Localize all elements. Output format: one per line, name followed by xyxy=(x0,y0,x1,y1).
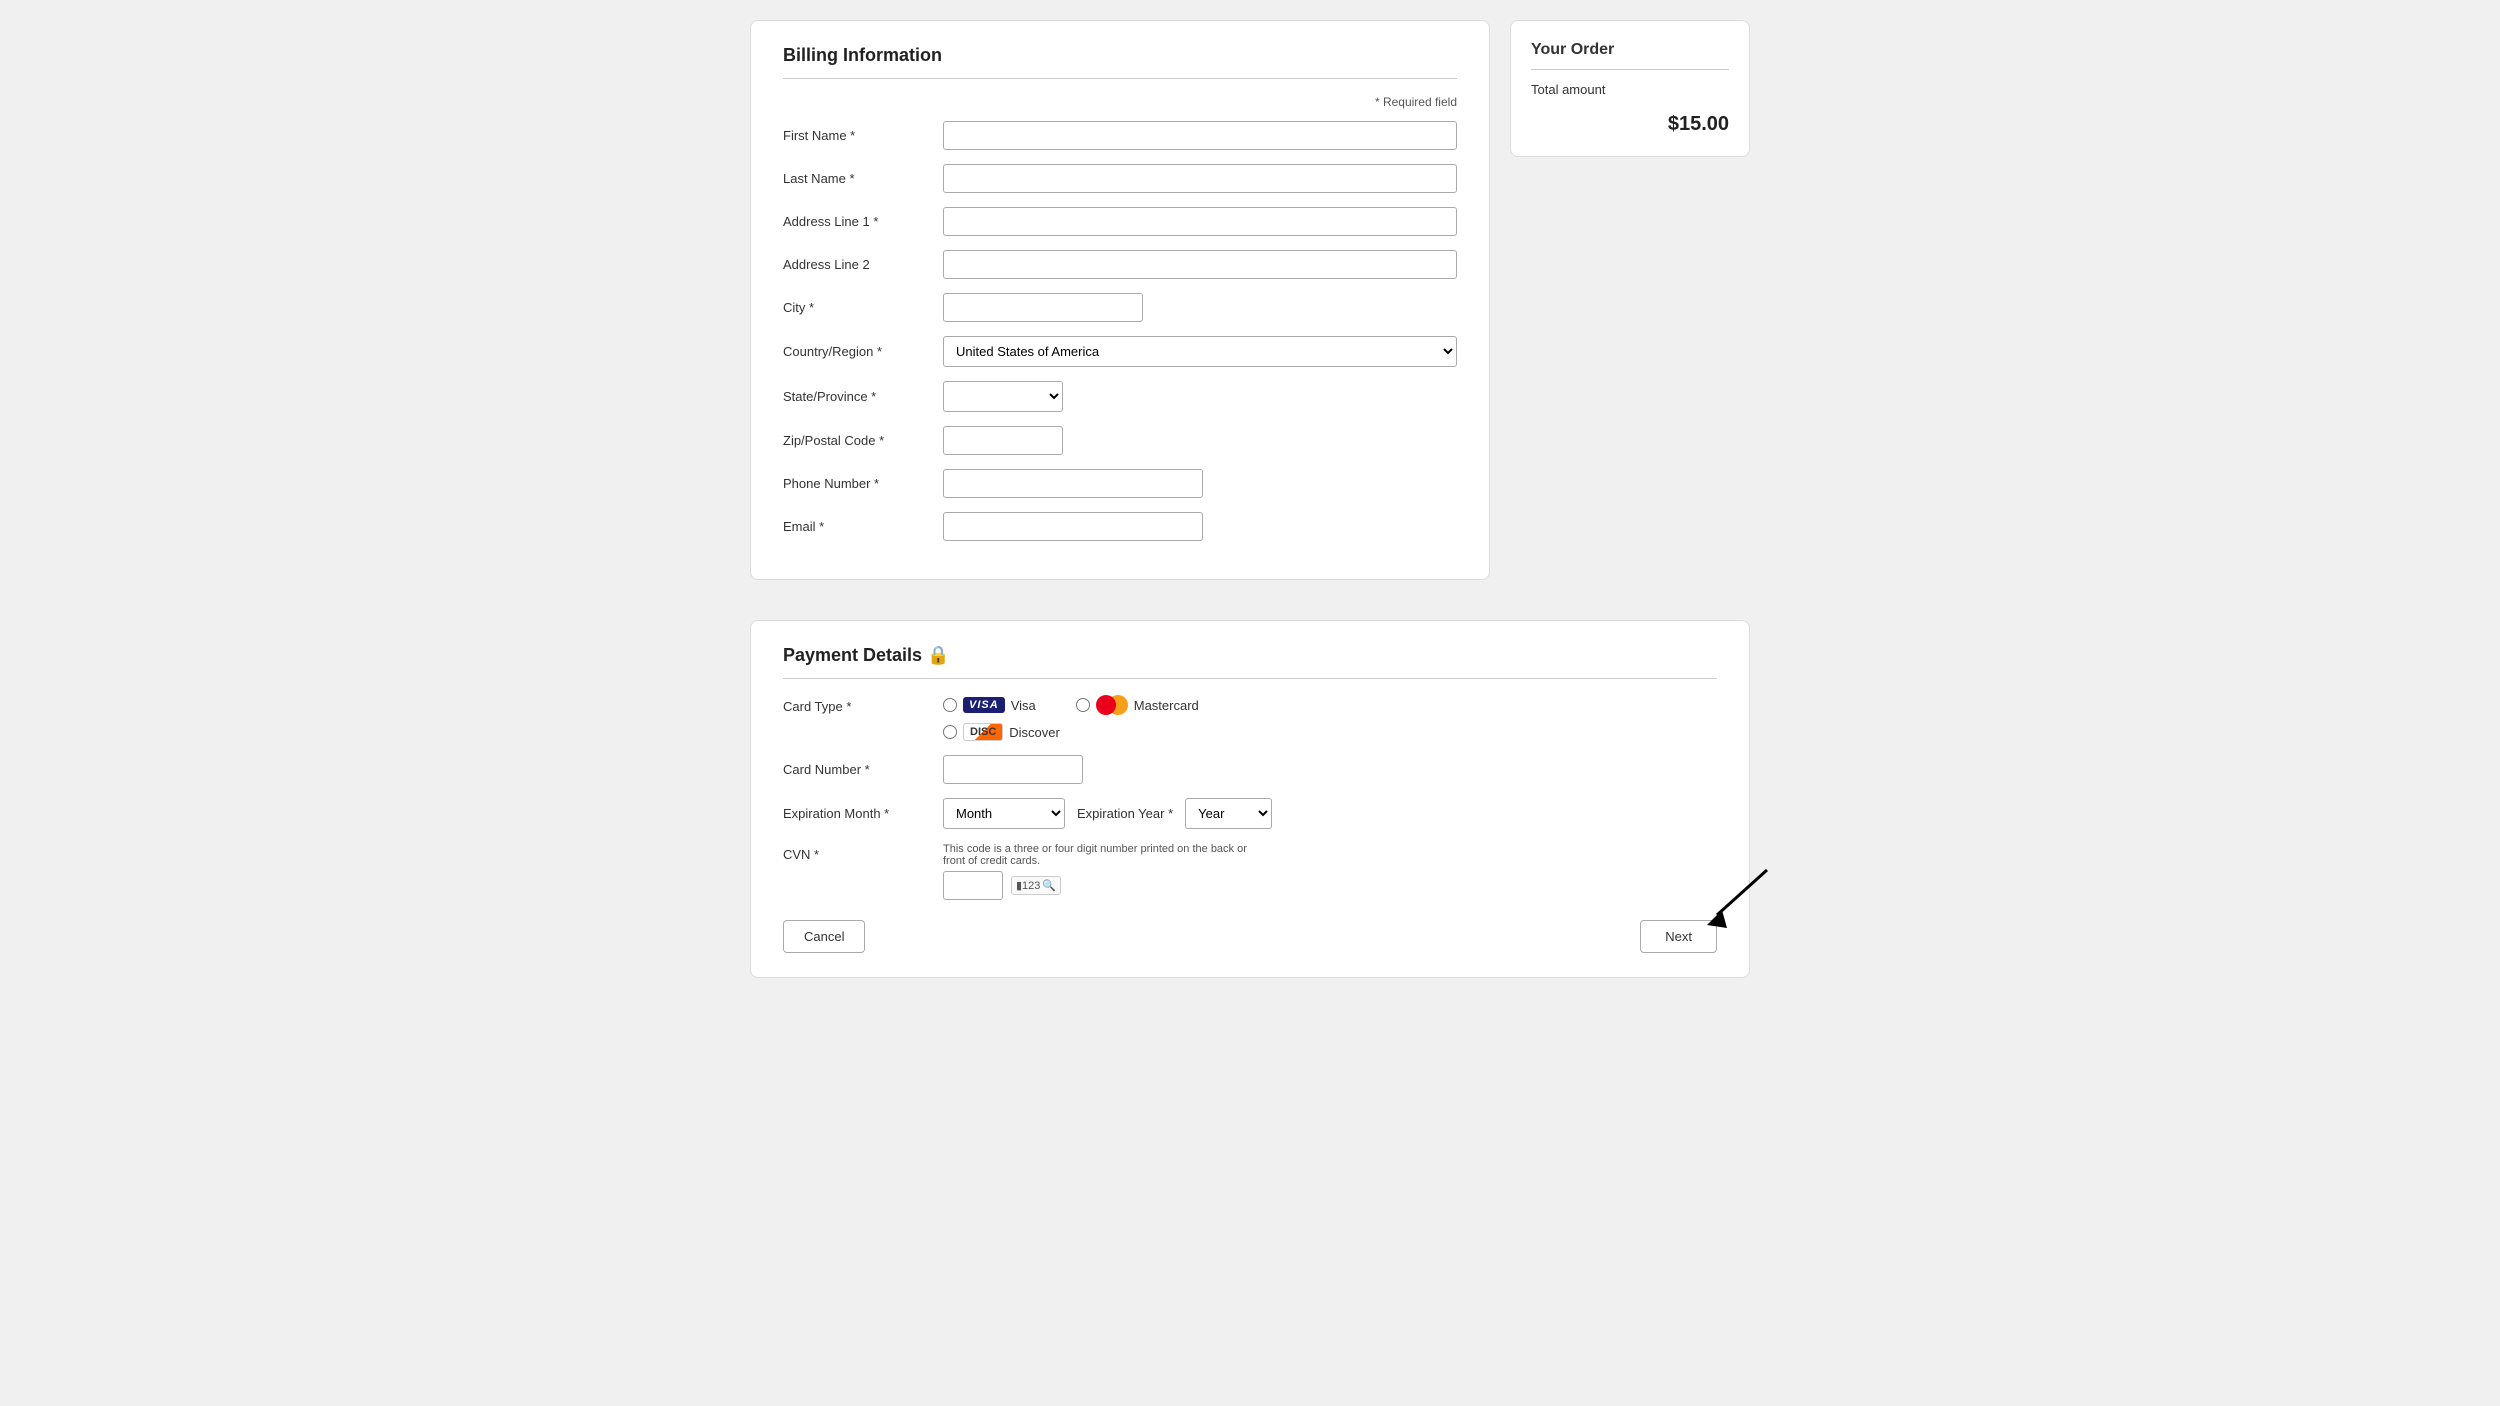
required-note: * Required field xyxy=(783,95,1457,109)
order-title: Your Order xyxy=(1531,41,1729,59)
card-option-row-1: VISA Visa Mastercard xyxy=(943,695,1199,715)
country-label: Country/Region * xyxy=(783,344,943,359)
last-name-input[interactable] xyxy=(943,164,1457,193)
state-row: State/Province * Alabama Alaska Californ… xyxy=(783,381,1457,412)
zip-row: Zip/Postal Code * xyxy=(783,426,1457,455)
address1-row: Address Line 1 * xyxy=(783,207,1457,236)
visa-logo-icon: VISA xyxy=(963,697,1005,713)
mastercard-logo-icon xyxy=(1096,695,1128,715)
mastercard-label: Mastercard xyxy=(1134,698,1199,713)
visa-radio[interactable] xyxy=(943,698,957,712)
total-amount-value: $15.00 xyxy=(1531,113,1729,136)
buttons-row: Cancel Next xyxy=(783,920,1717,953)
state-select[interactable]: Alabama Alaska California New York Texas xyxy=(943,381,1063,412)
address2-row: Address Line 2 xyxy=(783,250,1457,279)
first-name-label: First Name * xyxy=(783,128,943,143)
expiry-year-select[interactable]: Year 2024 2025 2026 2027 2028 2029 2030 xyxy=(1185,798,1272,829)
city-row: City * xyxy=(783,293,1457,322)
address2-label: Address Line 2 xyxy=(783,257,943,272)
next-button[interactable]: Next xyxy=(1640,920,1717,953)
email-input[interactable] xyxy=(943,512,1203,541)
state-label: State/Province * xyxy=(783,389,943,404)
payment-section: Payment Details 🔒 Card Type * VISA Visa xyxy=(750,620,1750,978)
zip-label: Zip/Postal Code * xyxy=(783,433,943,448)
discover-radio[interactable] xyxy=(943,725,957,739)
billing-title: Billing Information xyxy=(783,45,1457,66)
country-row: Country/Region * United States of Americ… xyxy=(783,336,1457,367)
cvn-inputs: ▮123 🔍 xyxy=(943,871,1263,900)
zip-input[interactable] xyxy=(943,426,1063,455)
next-button-wrapper: Next xyxy=(1640,920,1717,953)
discover-label: Discover xyxy=(1009,725,1060,740)
order-divider xyxy=(1531,69,1729,70)
expiry-selects: Month January February March April May J… xyxy=(943,798,1272,829)
card-type-row: Card Type * VISA Visa xyxy=(783,695,1717,741)
expiry-month-select[interactable]: Month January February March April May J… xyxy=(943,798,1065,829)
card-option-row-2: DISC Discover xyxy=(943,723,1199,741)
total-amount-label: Total amount xyxy=(1531,82,1729,97)
cancel-button[interactable]: Cancel xyxy=(783,920,865,953)
cvn-help-icon: ▮123 🔍 xyxy=(1011,876,1061,895)
phone-label: Phone Number * xyxy=(783,476,943,491)
first-name-input[interactable] xyxy=(943,121,1457,150)
last-name-label: Last Name * xyxy=(783,171,943,186)
cvn-input[interactable] xyxy=(943,871,1003,900)
expiry-row: Expiration Month * Month January Februar… xyxy=(783,798,1717,829)
cvn-content: This code is a three or four digit numbe… xyxy=(943,843,1263,900)
cvn-row: CVN * This code is a three or four digit… xyxy=(783,843,1717,900)
billing-form-card: Billing Information * Required field Fir… xyxy=(750,20,1490,580)
order-card: Your Order Total amount $15.00 xyxy=(1510,20,1750,157)
phone-input[interactable] xyxy=(943,469,1203,498)
mastercard-option: Mastercard xyxy=(1076,695,1199,715)
lock-icon: 🔒 xyxy=(927,645,949,665)
visa-option: VISA Visa xyxy=(943,695,1036,715)
address1-label: Address Line 1 * xyxy=(783,214,943,229)
cvn-label: CVN * xyxy=(783,843,943,862)
expiry-year-label: Expiration Year * xyxy=(1077,806,1173,821)
last-name-row: Last Name * xyxy=(783,164,1457,193)
address1-input[interactable] xyxy=(943,207,1457,236)
city-label: City * xyxy=(783,300,943,315)
billing-divider xyxy=(783,78,1457,79)
expiry-month-label: Expiration Month * xyxy=(783,806,943,821)
visa-label: Visa xyxy=(1011,698,1036,713)
discover-option: DISC Discover xyxy=(943,723,1060,741)
card-number-input[interactable] xyxy=(943,755,1083,784)
address2-input[interactable] xyxy=(943,250,1457,279)
phone-row: Phone Number * xyxy=(783,469,1457,498)
country-select[interactable]: United States of America Canada United K… xyxy=(943,336,1457,367)
first-name-row: First Name * xyxy=(783,121,1457,150)
card-options: VISA Visa Mastercard xyxy=(943,695,1199,741)
mastercard-radio[interactable] xyxy=(1076,698,1090,712)
email-label: Email * xyxy=(783,519,943,534)
payment-title: Payment Details 🔒 xyxy=(783,645,1717,666)
card-type-label: Card Type * xyxy=(783,695,943,714)
email-row: Email * xyxy=(783,512,1457,541)
discover-logo-icon: DISC xyxy=(963,723,1003,741)
card-number-label: Card Number * xyxy=(783,762,943,777)
card-number-row: Card Number * xyxy=(783,755,1717,784)
payment-card: Payment Details 🔒 Card Type * VISA Visa xyxy=(750,620,1750,978)
city-input[interactable] xyxy=(943,293,1143,322)
payment-divider xyxy=(783,678,1717,679)
cvn-note: This code is a three or four digit numbe… xyxy=(943,843,1263,867)
